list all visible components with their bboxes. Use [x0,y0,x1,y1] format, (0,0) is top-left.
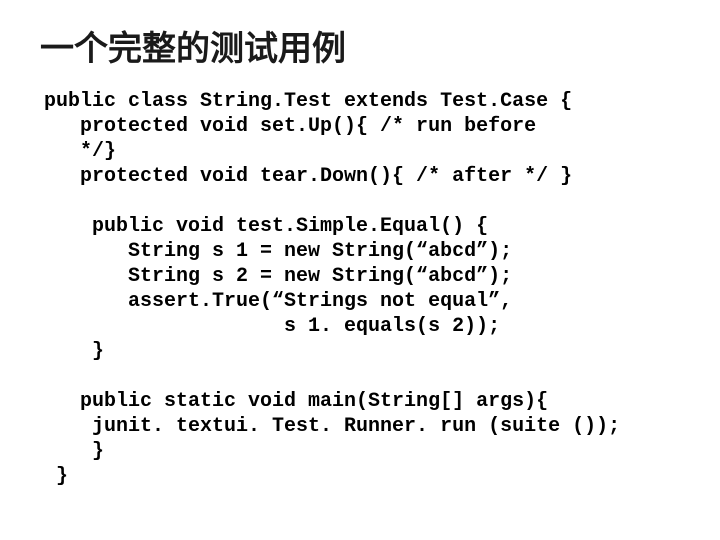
code-line: String s 2 = new String(“abcd”); [44,265,512,288]
code-block: public class String.Test extends Test.Ca… [44,89,680,489]
code-line: String s 1 = new String(“abcd”); [44,240,512,263]
slide-title: 一个完整的测试用例 [40,28,680,71]
code-line: public void test.Simple.Equal() { [44,215,488,238]
code-line: */} [44,140,116,163]
code-line: protected void tear.Down(){ /* after */ … [44,165,572,188]
code-line: s 1. equals(s 2)); [44,315,500,338]
code-line: } [44,340,104,363]
slide: 一个完整的测试用例 public class String.Test exten… [0,0,720,540]
code-line: } [44,440,104,463]
code-line: assert.True(“Strings not equal”, [44,290,512,313]
code-line: junit. textui. Test. Runner. run (suite … [44,415,620,438]
code-line: } [44,465,68,488]
code-line: public class String.Test extends Test.Ca… [44,90,572,113]
code-line: public static void main(String[] args){ [44,390,548,413]
code-line: protected void set.Up(){ /* run before [44,115,536,138]
